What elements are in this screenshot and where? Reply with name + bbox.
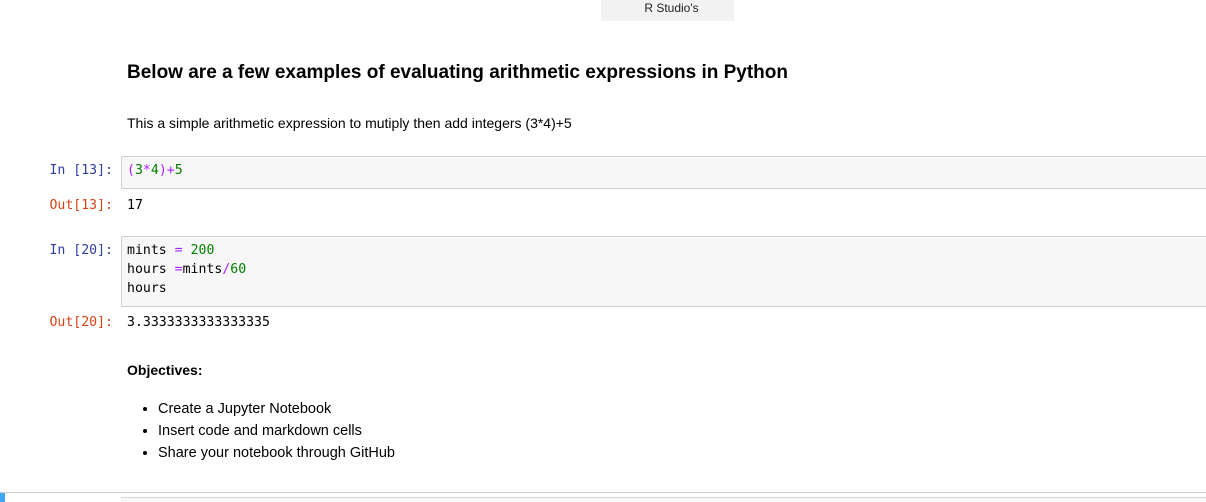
cell-2-output: 3.3333333333333335: [127, 315, 270, 330]
cell-1-out-prompt: Out[13]:: [49, 198, 113, 213]
code-line: hours: [127, 281, 167, 296]
top-tab[interactable]: R Studio's: [601, 0, 734, 21]
objectives-heading: Objectives:: [127, 362, 203, 378]
objectives-list: Create a Jupyter Notebook Insert code an…: [127, 398, 395, 464]
cell-input-area[interactable]: [121, 497, 1206, 502]
markdown-description: This a simple arithmetic expression to m…: [127, 115, 572, 131]
markdown-heading: Below are a few examples of evaluating a…: [127, 62, 788, 83]
cell-2-code-input[interactable]: mints = 200 hours =mints/60 hours: [121, 236, 1206, 307]
top-tab-label: R Studio's: [644, 1, 699, 15]
list-item: Insert code and markdown cells: [158, 420, 395, 442]
cell-1-code-input[interactable]: (3*4)+5: [121, 156, 1206, 189]
cell-2-in-prompt: In [20]:: [49, 243, 113, 258]
list-item: Share your notebook through GitHub: [158, 442, 395, 464]
notebook-page: R Studio's Below are a few examples of e…: [0, 0, 1206, 502]
code-line: hours =mints/60: [127, 262, 247, 277]
active-cell-indicator: [0, 493, 5, 502]
list-item: Create a Jupyter Notebook: [158, 398, 395, 420]
cell-1-in-prompt: In [13]:: [49, 163, 113, 178]
cell-1-output: 17: [127, 198, 143, 213]
code-line: mints = 200: [127, 243, 215, 258]
selected-cell[interactable]: [0, 492, 1206, 502]
cell-2-out-prompt: Out[20]:: [49, 315, 113, 330]
code-line: (3*4)+5: [127, 163, 183, 178]
